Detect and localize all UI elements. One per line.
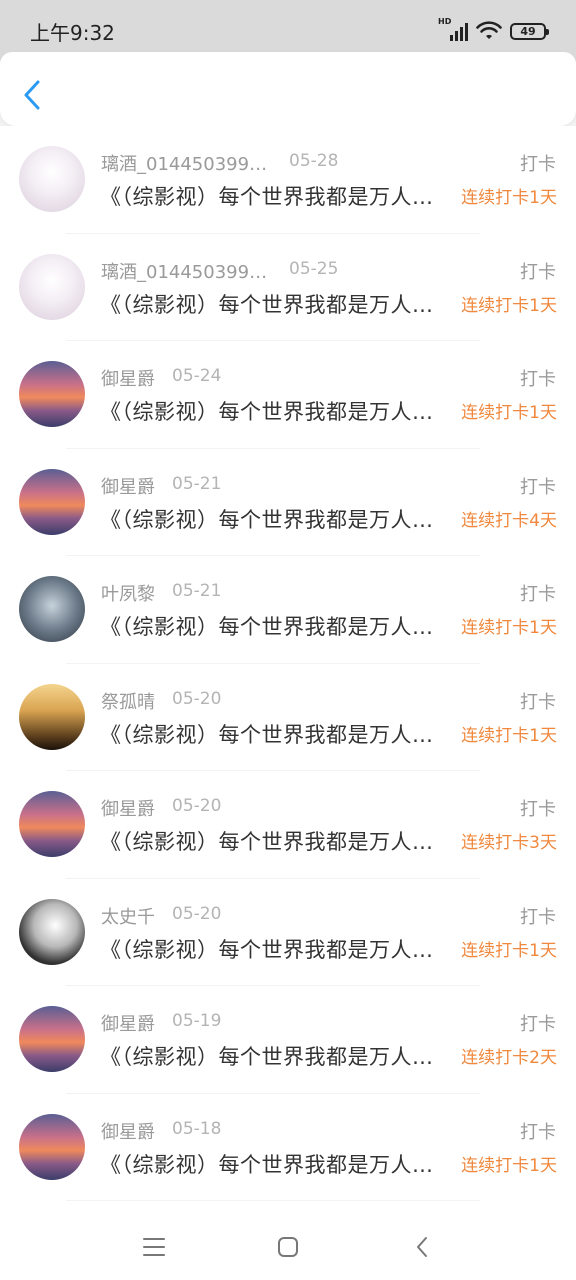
user-name[interactable]: 璃酒_0144503991... xyxy=(101,258,273,284)
book-title: 《（综影视）每个世界我都是万人迷》 xyxy=(100,185,452,209)
checkin-tag: 打卡 xyxy=(520,799,556,820)
list-item[interactable]: 叶夙黎 05-21 《（综影视）每个世界我都是万人迷》 打卡连续打卡1天 xyxy=(0,556,576,664)
list-item[interactable]: 璃酒_0144503991... 05-25 《（综影视）每个世界我都是万人迷》 打卡… xyxy=(0,234,576,341)
post-date: 05-20 xyxy=(172,688,222,709)
list-item[interactable]: 御星爵 05-19 《（综影视）每个世界我都是万人迷》 打卡连续打卡2天 xyxy=(0,986,576,1094)
checkin-tag: 打卡 xyxy=(520,369,556,390)
menu-button[interactable] xyxy=(140,1233,168,1261)
divider xyxy=(66,1200,480,1201)
streak-label: 连续打卡1天 xyxy=(461,618,557,638)
streak-label: 连续打卡1天 xyxy=(461,940,557,961)
post-date: 05-19 xyxy=(172,1011,222,1031)
book-title: 《（综影视）每个世界我都是万人迷》 xyxy=(100,507,452,532)
checkin-tag: 打卡 xyxy=(520,261,556,283)
wifi-icon xyxy=(476,21,502,39)
signal-icon: HD xyxy=(438,17,468,41)
user-name[interactable]: 祭孤晴 xyxy=(101,688,155,714)
checkin-tag: 打卡 xyxy=(520,476,556,498)
avatar[interactable] xyxy=(19,683,85,750)
list-item[interactable]: 御星爵 05-20 《（综影视）每个世界我都是万人迷》 打卡连续打卡3天 xyxy=(0,771,576,879)
avatar[interactable] xyxy=(19,898,85,965)
user-name[interactable]: 璃酒_0144503991... xyxy=(101,150,273,176)
post-date: 05-20 xyxy=(172,903,222,924)
list-item[interactable]: 祭孤晴 05-20 《（综影视）每个世界我都是万人迷》 打卡连续打卡1天 xyxy=(0,664,576,771)
status-icons: HD 49 xyxy=(438,17,549,41)
book-title: 《（综影视）每个世界我都是万人迷》 xyxy=(100,1045,452,1069)
book-title: 《（综影视）每个世界我都是万人迷》 xyxy=(100,937,452,962)
status-time: 上午9:32 xyxy=(30,20,115,45)
streak-label: 连续打卡2天 xyxy=(461,1048,557,1068)
user-name[interactable]: 御星爵 xyxy=(101,795,155,821)
home-icon xyxy=(278,1237,298,1257)
user-name[interactable]: 御星爵 xyxy=(101,365,155,391)
avatar[interactable] xyxy=(19,791,85,857)
avatar[interactable] xyxy=(19,146,85,212)
chevron-left-icon xyxy=(24,80,40,110)
streak-label: 连续打卡4天 xyxy=(461,510,557,531)
list-item[interactable]: 太史千 05-20 《（综影视）每个世界我都是万人迷》 打卡连续打卡1天 xyxy=(0,879,576,986)
post-date: 05-24 xyxy=(172,366,222,386)
header xyxy=(0,52,576,126)
streak-label: 连续打卡3天 xyxy=(461,833,557,853)
post-date: 05-25 xyxy=(289,258,339,279)
avatar[interactable] xyxy=(19,576,85,642)
list-item[interactable]: 御星爵 05-18 《（综影视）每个世界我都是万人迷》 打卡连续打卡1天 xyxy=(0,1094,576,1201)
book-title: 《（综影视）每个世界我都是万人迷》 xyxy=(100,722,452,747)
book-title: 《（综影视）每个世界我都是万人迷》 xyxy=(100,400,452,424)
battery-icon: 49 xyxy=(510,22,549,40)
post-date: 05-21 xyxy=(172,473,222,494)
checkin-tag: 打卡 xyxy=(520,154,556,175)
post-date: 05-21 xyxy=(172,581,222,601)
streak-label: 连续打卡1天 xyxy=(461,295,557,316)
book-title: 《（综影视）每个世界我都是万人迷》 xyxy=(100,1152,452,1177)
avatar[interactable] xyxy=(19,1113,85,1180)
streak-label: 连续打卡1天 xyxy=(461,725,557,746)
checkin-list: 璃酒_0144503991... 05-28 《（综影视）每个世界我都是万人迷》 打卡… xyxy=(0,126,576,1214)
book-title: 《（综影视）每个世界我都是万人迷》 xyxy=(100,830,452,854)
post-date: 05-20 xyxy=(172,796,222,816)
user-name[interactable]: 叶夙黎 xyxy=(101,580,155,606)
streak-label: 连续打卡1天 xyxy=(461,1155,557,1176)
avatar[interactable] xyxy=(19,1006,85,1072)
streak-label: 连续打卡1天 xyxy=(461,403,557,423)
avatar[interactable] xyxy=(19,253,85,320)
post-date: 05-18 xyxy=(172,1118,222,1139)
checkin-tag: 打卡 xyxy=(520,906,556,928)
checkin-tag: 打卡 xyxy=(520,1121,556,1143)
battery-level: 49 xyxy=(520,24,536,38)
back-icon xyxy=(417,1237,427,1257)
post-date: 05-28 xyxy=(289,151,339,171)
user-name[interactable]: 御星爵 xyxy=(101,473,155,499)
list-item[interactable]: 御星爵 05-24 《（综影视）每个世界我都是万人迷》 打卡连续打卡1天 xyxy=(0,341,576,449)
avatar[interactable] xyxy=(19,468,85,535)
back-button[interactable] xyxy=(20,78,44,112)
list-item[interactable]: 璃酒_0144503991... 05-28 《（综影视）每个世界我都是万人迷》 打卡… xyxy=(0,126,576,234)
home-button[interactable] xyxy=(274,1233,302,1261)
system-nav-bar xyxy=(0,1214,576,1280)
user-name[interactable]: 御星爵 xyxy=(101,1118,155,1144)
checkin-tag: 打卡 xyxy=(520,584,556,605)
book-title: 《（综影视）每个世界我都是万人迷》 xyxy=(100,615,452,639)
checkin-tag: 打卡 xyxy=(520,1014,556,1035)
book-title: 《（综影视）每个世界我都是万人迷》 xyxy=(100,292,452,317)
menu-icon xyxy=(143,1238,165,1256)
user-name[interactable]: 太史千 xyxy=(101,903,155,929)
back-nav-button[interactable] xyxy=(408,1233,436,1261)
list-item[interactable]: 御星爵 05-21 《（综影视）每个世界我都是万人迷》 打卡连续打卡4天 xyxy=(0,449,576,556)
streak-label: 连续打卡1天 xyxy=(461,188,557,208)
checkin-tag: 打卡 xyxy=(520,691,556,713)
hd-label: HD xyxy=(438,17,452,26)
user-name[interactable]: 御星爵 xyxy=(101,1010,155,1036)
avatar[interactable] xyxy=(19,361,85,427)
